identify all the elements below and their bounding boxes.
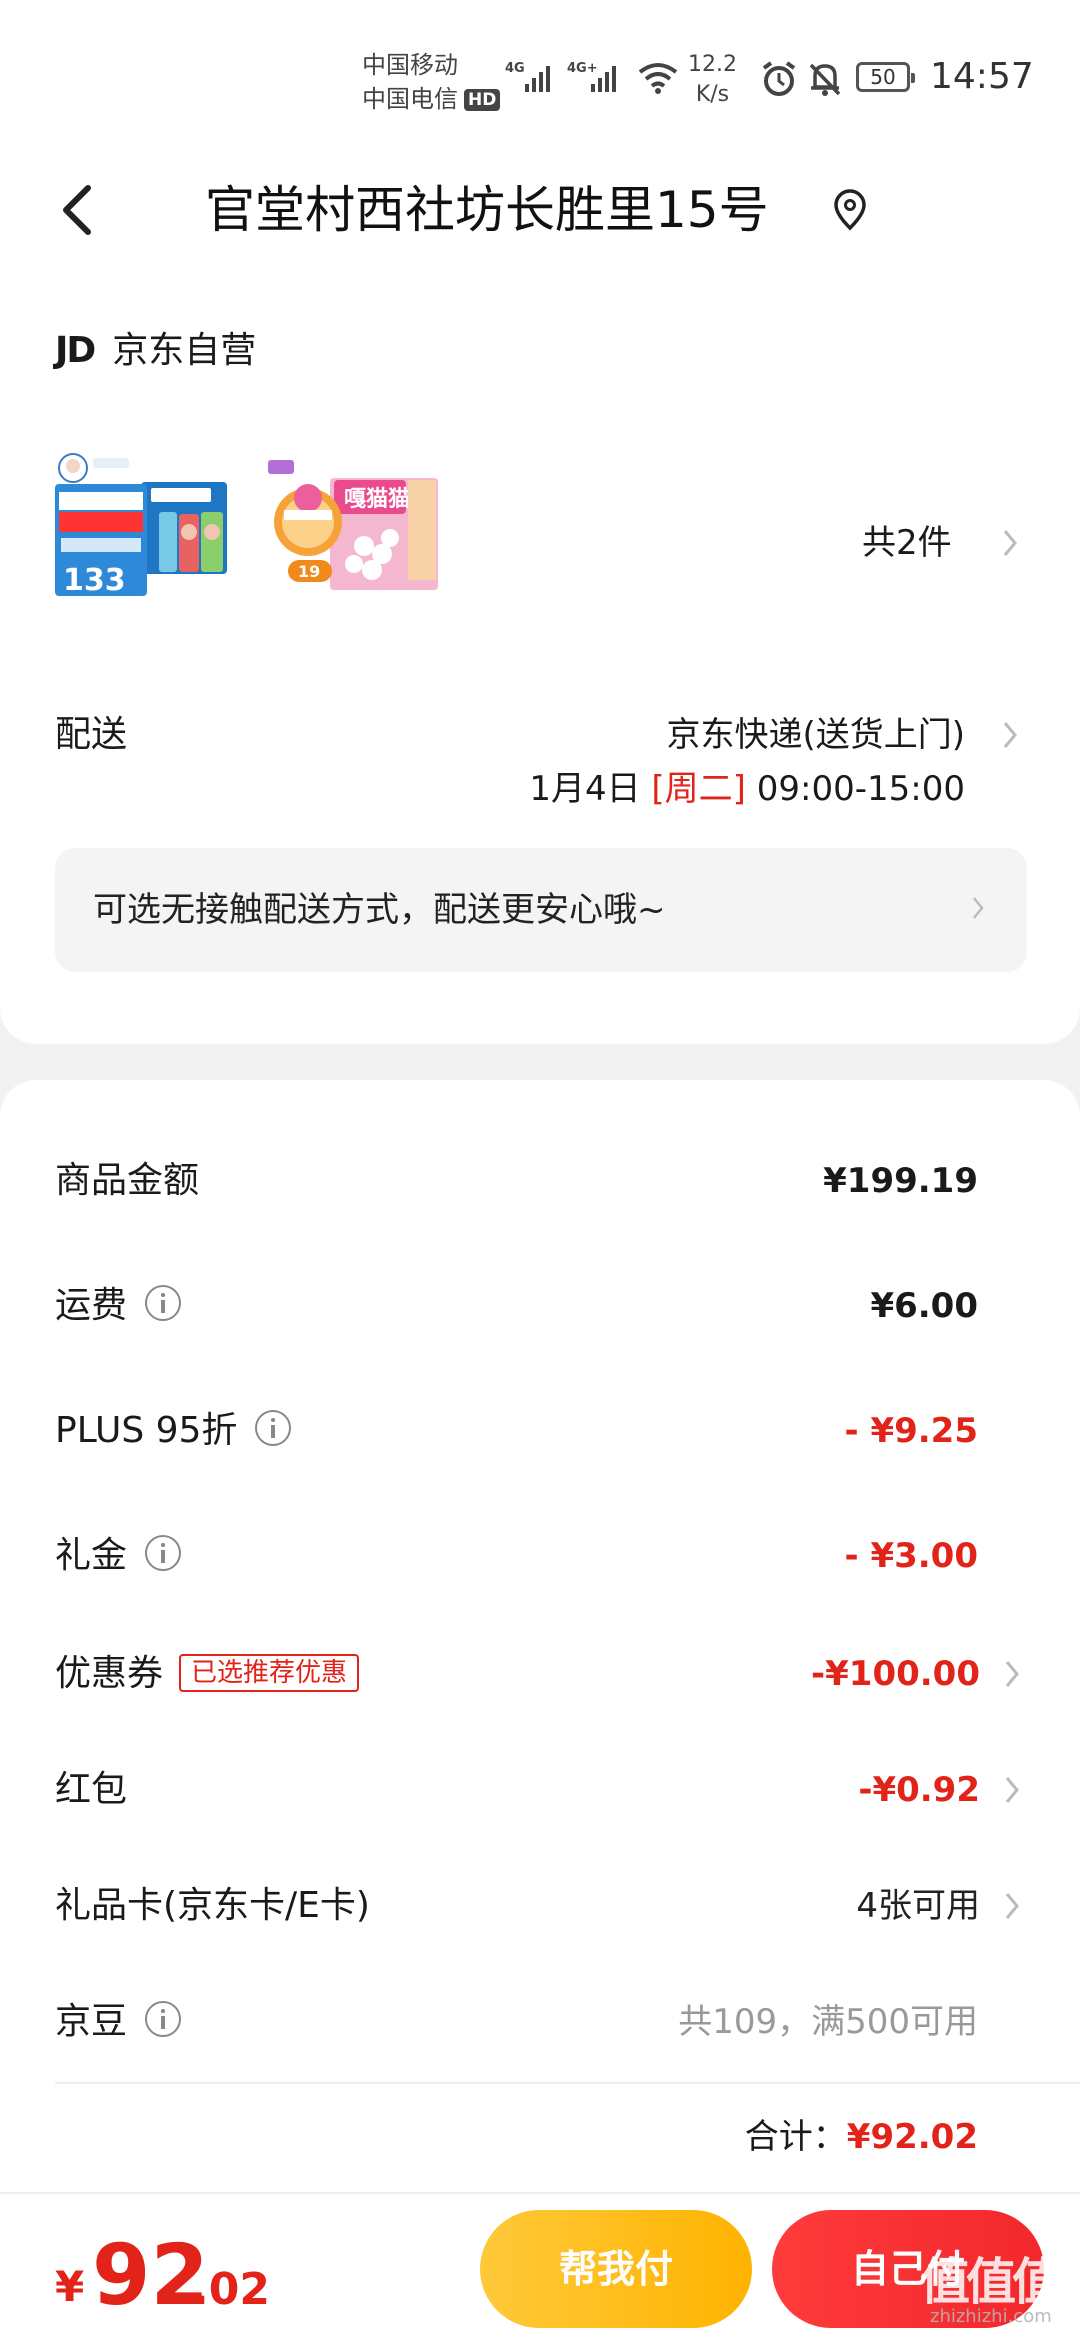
gift-money-value: - ¥3.00: [844, 1536, 979, 1576]
product-image-yogurt-melts[interactable]: 嘎猫猫 19: [268, 450, 443, 600]
total-label: 合计：: [744, 2117, 847, 2157]
network-speed: 12.2 K/s: [688, 50, 737, 110]
gift-money-row: 礼金: [55, 1530, 182, 1582]
info-icon[interactable]: [145, 1285, 182, 1321]
gift-money-label: 礼金: [55, 1535, 128, 1576]
carrier-info: 中国移动 中国电信 HD: [362, 48, 501, 116]
item-count[interactable]: 共2件: [862, 520, 952, 566]
contactless-text: 可选无接触配送方式，配送更安心哦~: [93, 890, 666, 930]
delivery-method[interactable]: 京东快递(送货上门): [666, 710, 965, 760]
jd-logo: JD: [55, 330, 96, 371]
plus-discount-row: PLUS 95折: [55, 1405, 292, 1457]
pay-currency: ¥: [55, 2262, 85, 2311]
alarm-icon: [762, 61, 796, 96]
shop-name: JD 京东自营: [55, 327, 256, 375]
watermark-url: zhizhizhi.com: [930, 2306, 1052, 2327]
pay-amount-decimal: .02: [192, 2264, 270, 2315]
product2-price-tag: 19: [298, 562, 320, 581]
clock: 14:57: [930, 56, 1034, 97]
contactless-delivery-option[interactable]: 可选无接触配送方式，配送更安心哦~: [55, 848, 1027, 972]
info-icon[interactable]: [145, 2001, 182, 2037]
delivery-date: 1月4日: [529, 769, 641, 809]
page-header: 官堂村西社坊长胜里15号: [0, 150, 1080, 280]
delivery-time-range: 09:00-15:00: [756, 769, 965, 809]
carrier-2: 中国电信: [362, 85, 458, 113]
jingdou-row: 京豆: [55, 1996, 182, 2048]
order-card: JD 京东自营 133 嘎猫猫 19 共2件 配送 京东快递(送货上门) 1月4…: [0, 272, 1080, 1044]
checkout-bar: ¥ 92 .02 帮我付 自己付: [0, 2192, 1080, 2340]
shipping-value: ¥6.00: [870, 1286, 978, 1326]
hd-badge: HD: [464, 89, 501, 111]
address-title[interactable]: 官堂村西社坊长胜里15号: [205, 170, 769, 250]
coupon-tag: 已选推荐优惠: [179, 1654, 360, 1692]
chevron-right-icon[interactable]: [1000, 526, 1020, 560]
chevron-right-icon[interactable]: [1000, 718, 1020, 752]
help-pay-button[interactable]: 帮我付: [480, 2210, 752, 2328]
red-packet-value[interactable]: -¥0.92: [858, 1764, 980, 1816]
info-icon[interactable]: [145, 1535, 182, 1571]
delivery-time[interactable]: 1月4日 [周二] 09:00-15:00: [529, 764, 965, 814]
divider: [55, 2082, 1080, 2084]
watermark-logo: 值值值: [920, 2253, 1062, 2311]
signal-2-label: 4G+: [567, 61, 598, 76]
delivery-day: [周二]: [651, 769, 746, 809]
coupon-value[interactable]: -¥100.00: [811, 1648, 980, 1700]
product-image-gerber[interactable]: 133: [55, 450, 233, 600]
coupon-label: 优惠券: [55, 1653, 164, 1694]
battery-icon: 50: [856, 62, 915, 92]
shop-name-label: 京东自营: [112, 330, 257, 371]
mute-bell-icon: [809, 63, 841, 96]
gift-card-label: 礼品卡(京东卡/E卡): [55, 1885, 370, 1926]
status-bar: 中国移动 中国电信 HD 4G 4G+ 12.2 K/s 50 14:57: [0, 0, 1080, 150]
chevron-right-icon[interactable]: [1002, 1773, 1022, 1807]
total-value: ¥92.02: [846, 2117, 978, 2157]
goods-amount-label: 商品金额: [55, 1160, 200, 1201]
product2-brand: 嘎猫猫: [344, 487, 410, 512]
gift-card-value[interactable]: 4张可用: [856, 1880, 980, 1932]
signal-icon: 4G 4G+: [505, 61, 616, 92]
speed-value: 12.2: [688, 52, 737, 77]
goods-amount-value: ¥199.19: [823, 1161, 978, 1201]
red-packet-label: 红包: [55, 1769, 128, 1810]
location-pin-icon[interactable]: [830, 188, 870, 232]
jingdou-label: 京豆: [55, 2001, 128, 2042]
chevron-right-icon[interactable]: [1002, 1657, 1022, 1691]
shipping-row: 运费: [55, 1280, 182, 1332]
chevron-right-icon[interactable]: [971, 894, 985, 922]
back-arrow-icon[interactable]: [50, 170, 110, 250]
shipping-label: 运费: [55, 1285, 128, 1326]
chevron-right-icon[interactable]: [1002, 1889, 1022, 1923]
signal-1-label: 4G: [505, 61, 525, 76]
order-total: 合计：¥92.02: [745, 2112, 978, 2162]
coupon-row[interactable]: 优惠券 已选推荐优惠: [55, 1648, 360, 1700]
info-icon[interactable]: [255, 1410, 292, 1446]
jingdou-value: 共109，满500可用: [678, 2002, 978, 2042]
wifi-icon: [638, 63, 678, 94]
carrier-1: 中国移动: [362, 51, 458, 79]
delivery-label: 配送: [55, 714, 128, 755]
plus-discount-label: PLUS 95折: [55, 1410, 238, 1451]
speed-unit: K/s: [695, 82, 730, 107]
plus-discount-value: - ¥9.25: [844, 1411, 979, 1451]
product1-price-tag: 133: [63, 563, 126, 598]
